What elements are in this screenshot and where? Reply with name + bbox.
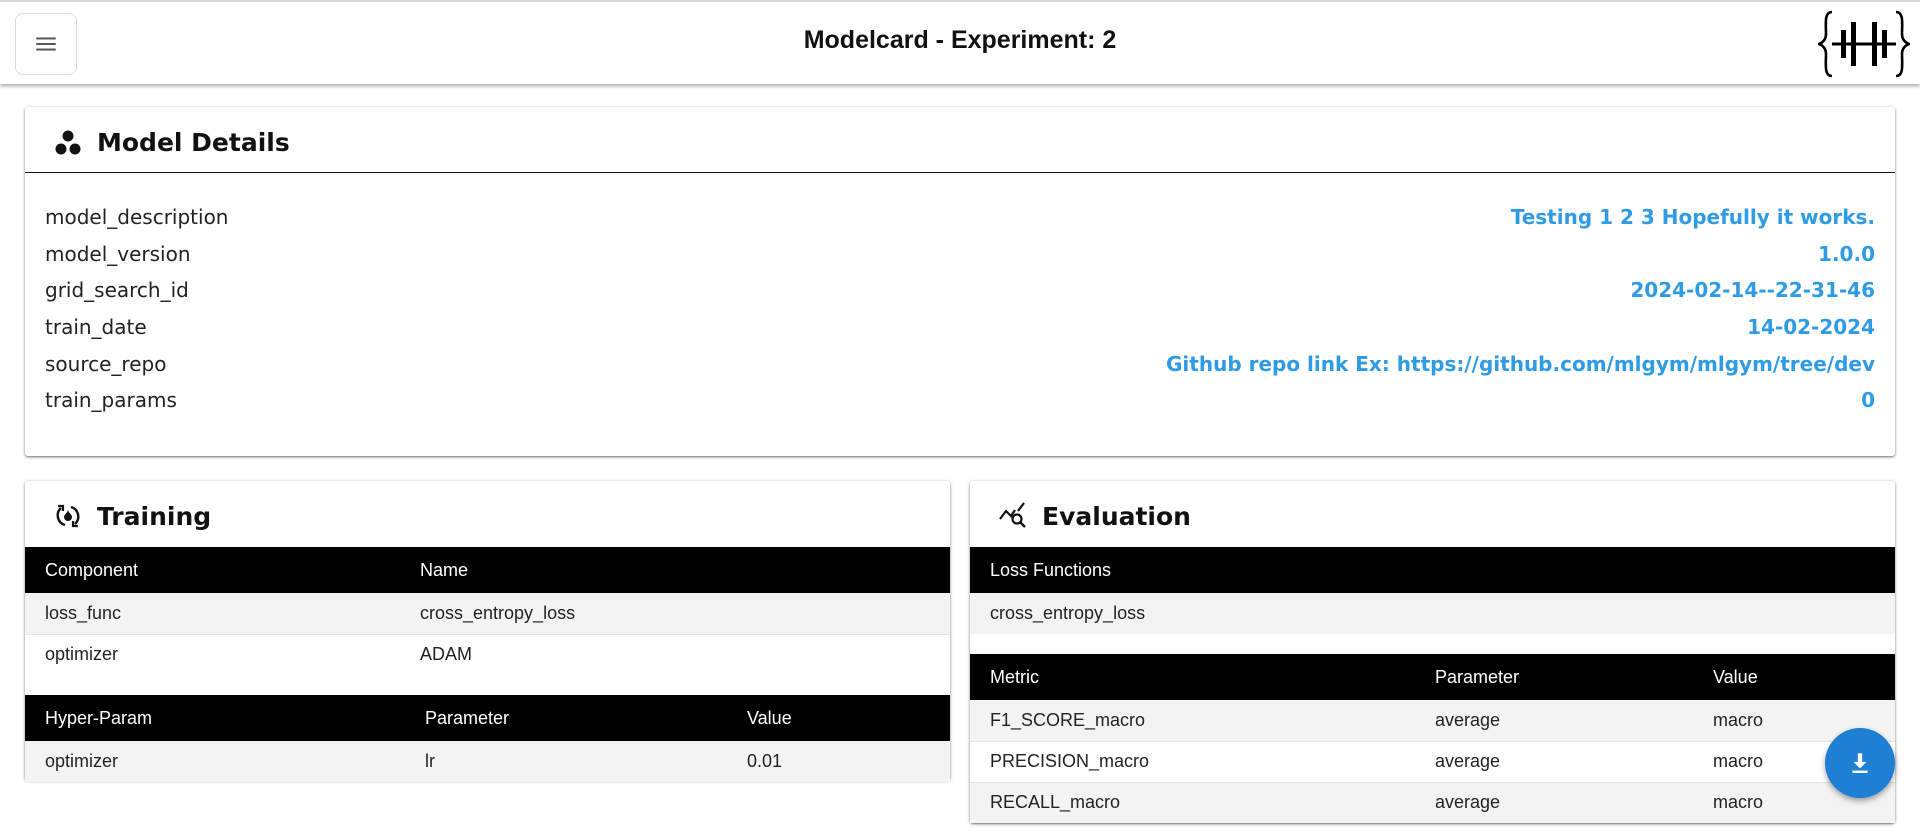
table-cell: average (1415, 700, 1693, 742)
logo-icon (1818, 10, 1910, 78)
table-row: loss_func cross_entropy_loss (25, 593, 950, 635)
bubble-chart-icon (53, 128, 83, 158)
table-cell: 0.01 (727, 741, 950, 782)
model-details-title: Model Details (97, 128, 290, 157)
table-cell: lr (405, 741, 727, 782)
table-row: F1_SCORE_macro average macro (970, 700, 1895, 742)
detail-key: train_params (45, 388, 177, 413)
detail-row: model_version 1.0.0 (45, 236, 1875, 273)
training-header: Training (25, 481, 950, 547)
detail-key: model_description (45, 205, 229, 230)
table-cell: cross_entropy_loss (970, 593, 1895, 634)
detail-value: 2024-02-14--22-31-46 (1630, 278, 1875, 303)
table-cell: average (1415, 782, 1693, 823)
detail-key: grid_search_id (45, 278, 189, 303)
detail-value: Testing 1 2 3 Hopefully it works. (1510, 205, 1875, 230)
detail-value: 0 (1861, 388, 1875, 413)
column-header: Name (400, 547, 950, 593)
evaluation-card: Evaluation Loss Functions cross_entropy_… (970, 481, 1895, 823)
table-row: PRECISION_macro average macro (970, 741, 1895, 783)
table-row: cross_entropy_loss (970, 593, 1895, 634)
top-app-bar: Modelcard - Experiment: 2 (0, 0, 1920, 84)
source-repo-link[interactable]: Github repo link Ex: https://github.com/… (1166, 352, 1875, 376)
training-title: Training (97, 501, 212, 531)
column-header: Hyper-Param (25, 695, 405, 741)
table-row: optimizer ADAM (25, 634, 950, 675)
detail-value: 1.0.0 (1818, 241, 1875, 266)
download-button[interactable] (1825, 728, 1895, 798)
model-details-header: Model Details (25, 107, 1895, 173)
detail-value: 14-02-2024 (1747, 315, 1875, 340)
column-header: Component (25, 547, 400, 593)
evaluation-header: Evaluation (970, 481, 1895, 547)
model-details-card: Model Details model_description Testing … (25, 107, 1895, 456)
detail-row: grid_search_id 2024-02-14--22-31-46 (45, 272, 1875, 309)
detail-key: source_repo (45, 351, 167, 376)
metrics-table: Metric Parameter Value F1_SCORE_macro av… (970, 654, 1895, 823)
components-table: Component Name loss_func cross_entropy_l… (25, 547, 950, 675)
download-icon (1852, 753, 1868, 773)
loss-functions-table: Loss Functions cross_entropy_loss (970, 547, 1895, 634)
table-header-row: Component Name (25, 547, 950, 593)
table-cell: optimizer (25, 741, 405, 782)
table-cell: PRECISION_macro (970, 741, 1415, 783)
table-header-row: Loss Functions (970, 547, 1895, 593)
detail-key: train_date (45, 315, 147, 340)
table-cell: loss_func (25, 593, 400, 635)
detail-key: model_version (45, 241, 191, 266)
table-cell: F1_SCORE_macro (970, 700, 1415, 742)
table-cell: cross_entropy_loss (400, 593, 950, 635)
table-cell: average (1415, 741, 1693, 783)
column-header: Parameter (1415, 654, 1693, 700)
column-header: Value (727, 695, 950, 741)
table-row: optimizer lr 0.01 (25, 741, 950, 782)
cycle-icon (53, 501, 83, 531)
table-row: RECALL_macro average macro (970, 782, 1895, 823)
hyperparams-table: Hyper-Param Parameter Value optimizer lr… (25, 695, 950, 782)
page-title: Modelcard - Experiment: 2 (803, 26, 1117, 54)
table-header-row: Metric Parameter Value (970, 654, 1895, 700)
detail-row: train_params 0 (45, 382, 1875, 419)
table-cell: RECALL_macro (970, 782, 1415, 823)
column-header: Metric (970, 654, 1415, 700)
model-details-list: model_description Testing 1 2 3 Hopefull… (25, 173, 1895, 419)
table-cell: optimizer (45, 644, 119, 665)
evaluation-title: Evaluation (1042, 501, 1191, 531)
training-card: Training Component Name loss_func cross_… (25, 481, 950, 782)
column-header: Parameter (405, 695, 727, 741)
query-stats-icon (998, 501, 1028, 531)
table-cell: ADAM (420, 644, 473, 665)
detail-row: train_date 14-02-2024 (45, 309, 1875, 346)
column-header: Loss Functions (970, 547, 1895, 593)
detail-row: source_repo Github repo link Ex: https:/… (45, 345, 1875, 382)
detail-row: model_description Testing 1 2 3 Hopefull… (45, 199, 1875, 236)
table-header-row: Hyper-Param Parameter Value (25, 695, 950, 741)
column-header: Value (1693, 654, 1895, 700)
